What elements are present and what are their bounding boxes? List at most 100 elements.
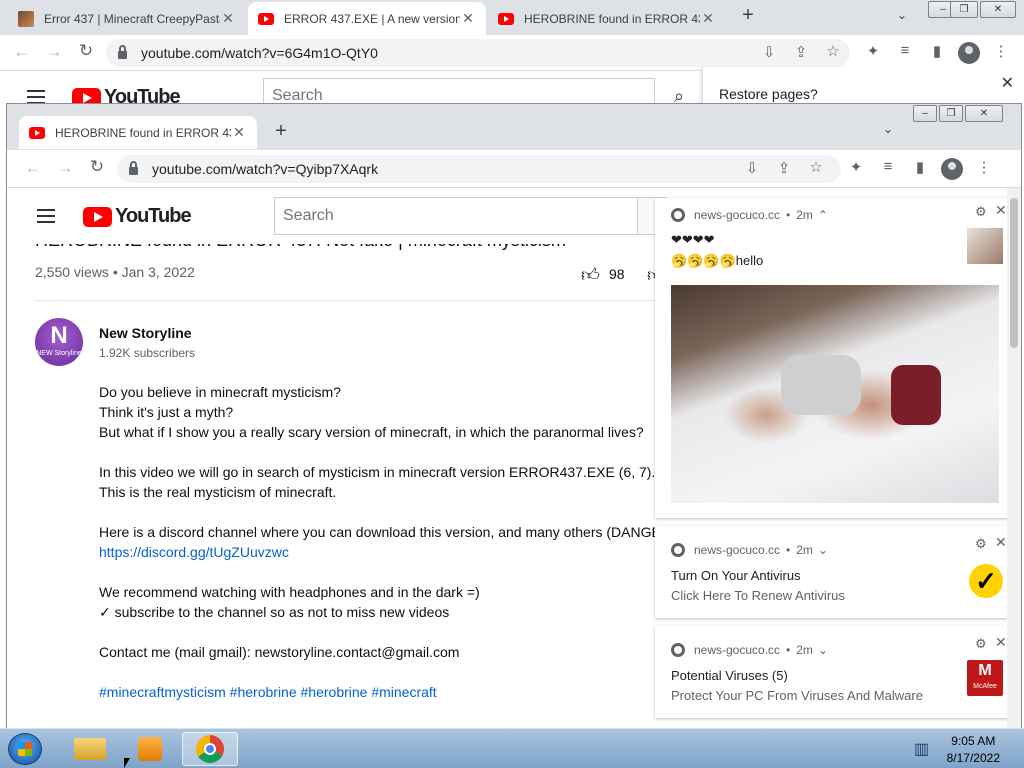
search-input[interactable]: Search	[274, 197, 638, 235]
explorer-taskbar-button[interactable]	[62, 732, 118, 766]
bookmark-star-icon[interactable]: ☆	[822, 42, 844, 60]
close-icon[interactable]: ✕	[220, 10, 236, 27]
channel-name[interactable]: New Storyline	[99, 325, 192, 341]
channel-avatar[interactable]: N NEW Storyline	[35, 318, 83, 366]
notification-title: ❤❤❤❤	[671, 232, 715, 247]
tab-error437-wiki[interactable]: Error 437 | Minecraft CreepyPasta Wiki |…	[8, 2, 246, 35]
close-window-button[interactable]: ✕	[980, 1, 1016, 18]
side-panel-icon[interactable]: ▮	[926, 42, 948, 60]
contact-email-line: Contact me (mail gmail): newstoryline.co…	[99, 644, 460, 660]
back-toolbar: ← → ↻ youtube.com/watch?v=6G4m1O-QtY0 ⇩ …	[0, 35, 1024, 71]
notification-viruses[interactable]: news-gocuco.cc • 2m ⌄ ⚙ ✕ Potential Viru…	[655, 626, 1009, 718]
video-description: Do you believe in minecraft mysticism? T…	[99, 382, 680, 702]
gear-icon[interactable]: ⚙	[975, 204, 987, 220]
description-blank	[99, 562, 680, 582]
extensions-icon[interactable]: ✦	[862, 42, 884, 60]
chrome-icon	[671, 543, 685, 557]
gear-icon[interactable]: ⚙	[975, 536, 987, 552]
close-icon[interactable]: ✕	[700, 10, 716, 27]
scrollbar-thumb[interactable]	[1010, 198, 1018, 348]
menu-kebab-icon[interactable]: ⋮	[990, 42, 1012, 60]
description-line: Think it's just a myth?	[99, 404, 234, 420]
address-bar[interactable]: youtube.com/watch?v=6G4m1O-QtY0	[106, 39, 850, 67]
windows-taskbar: ▥ 9:05 AM 8/17/2022	[0, 728, 1024, 768]
description-blank	[99, 662, 680, 682]
close-icon[interactable]: ✕	[1001, 73, 1014, 93]
close-window-button[interactable]: ✕	[965, 105, 1003, 122]
new-tab-icon[interactable]: +	[736, 4, 760, 27]
media-player-taskbar-button[interactable]	[122, 732, 178, 766]
youtube-watch-page: HEROBRINE found in ERROR 437! Not fake |…	[7, 188, 1021, 730]
gear-icon[interactable]: ⚙	[975, 636, 987, 652]
bookmark-star-icon[interactable]: ☆	[805, 158, 827, 176]
media-control-icon[interactable]: ≡	[877, 158, 899, 175]
youtube-logo[interactable]: YouTube	[83, 205, 192, 228]
profile-avatar-icon[interactable]	[941, 158, 963, 180]
media-control-icon[interactable]: ≡	[894, 42, 916, 59]
back-arrow-icon[interactable]: ←	[10, 42, 34, 62]
start-button[interactable]	[8, 733, 42, 765]
description-line: Here is a discord channel where you can …	[99, 524, 680, 540]
front-browser-window: HEROBRINE found in ERROR 437 ✕ + ⌄ ‒ ❐ ✕…	[6, 103, 1022, 731]
tab-herobrine[interactable]: HEROBRINE found in ERROR 437 ✕	[19, 116, 257, 149]
back-arrow-icon[interactable]: ←	[21, 158, 45, 178]
lock-icon	[118, 45, 127, 59]
forward-arrow-icon[interactable]: →	[53, 158, 77, 178]
notification-image-popup[interactable]: news-gocuco.cc • 2m ⌃ ⚙ ✕ ❤❤❤❤ 🥱🥱🥱🥱hello	[655, 198, 1009, 518]
close-icon[interactable]: ✕	[995, 634, 1007, 651]
extensions-icon[interactable]: ✦	[845, 158, 867, 176]
menu-kebab-icon[interactable]: ⋮	[973, 158, 995, 176]
page-scrollbar[interactable]	[1007, 188, 1021, 730]
notification-body: Protect Your PC From Viruses And Malware	[671, 688, 923, 703]
share-icon[interactable]: ⇪	[773, 159, 795, 177]
restore-pages-popup: Restore pages? ✕	[702, 67, 1024, 107]
description-blank	[99, 502, 680, 522]
discord-link[interactable]: https://discord.gg/tUgZUuvzwc	[99, 542, 680, 562]
notification-antivirus[interactable]: news-gocuco.cc • 2m ⌄ ⚙ ✕ Turn On Your A…	[655, 526, 1009, 618]
address-bar[interactable]: youtube.com/watch?v=Qyibp7XAqrk	[117, 155, 841, 183]
reload-icon[interactable]: ↻	[85, 157, 109, 177]
tab-search-chevron-icon[interactable]: ⌄	[883, 122, 893, 136]
minimize-button[interactable]: ‒	[913, 105, 937, 122]
description-blank	[99, 622, 680, 642]
side-panel-icon[interactable]: ▮	[909, 158, 931, 176]
close-icon[interactable]: ✕	[231, 124, 247, 141]
close-icon[interactable]: ✕	[460, 10, 476, 27]
description-line: Do you believe in minecraft mysticism?	[99, 384, 341, 400]
youtube-header: YouTube Search	[7, 188, 667, 244]
profile-avatar-icon[interactable]	[958, 42, 980, 64]
chevron-down-icon[interactable]: ⌄	[818, 543, 828, 557]
youtube-favicon-icon	[29, 126, 45, 139]
notification-body: Click Here To Renew Antivirus	[671, 588, 845, 603]
thumbs-up-icon[interactable]: 👍︎	[581, 264, 600, 286]
share-icon[interactable]: ⇪	[790, 43, 812, 61]
maximize-button[interactable]: ❐	[950, 1, 978, 18]
install-icon[interactable]: ⇩	[741, 159, 763, 177]
youtube-favicon-icon	[498, 12, 514, 25]
chrome-taskbar-button[interactable]	[182, 732, 238, 766]
image-shirt-shape	[781, 355, 861, 415]
tab-herobrine[interactable]: HEROBRINE found in ERROR 437 ✕	[488, 2, 726, 35]
close-icon[interactable]: ✕	[995, 534, 1007, 551]
hamburger-menu-icon[interactable]	[37, 209, 55, 211]
close-icon[interactable]: ✕	[995, 202, 1007, 219]
forward-arrow-icon[interactable]: →	[42, 42, 66, 62]
notification-source: news-gocuco.cc • 2m ⌃	[671, 208, 828, 222]
back-tabstrip: Error 437 | Minecraft CreepyPasta Wiki |…	[0, 0, 1024, 35]
restore-pages-label: Restore pages?	[719, 86, 818, 102]
hashtag-links[interactable]: #minecraftmysticism #herobrine #herobrin…	[99, 682, 680, 702]
media-player-icon	[138, 737, 162, 761]
tab-search-chevron-icon[interactable]: ⌄	[897, 8, 907, 22]
new-tab-icon[interactable]: +	[269, 120, 293, 143]
tab-error437-exe[interactable]: ERROR 437.EXE | A new version of Minecra…	[248, 2, 486, 35]
hamburger-menu-icon[interactable]	[27, 90, 45, 92]
lock-icon	[129, 161, 138, 175]
install-icon[interactable]: ⇩	[758, 43, 780, 61]
system-clock[interactable]: 9:05 AM 8/17/2022	[947, 733, 1000, 767]
network-tray-icon[interactable]: ▥	[914, 739, 929, 759]
folder-icon	[74, 738, 106, 760]
reload-icon[interactable]: ↻	[74, 41, 98, 61]
chevron-up-icon[interactable]: ⌃	[818, 208, 828, 222]
chevron-down-icon[interactable]: ⌄	[818, 643, 828, 657]
maximize-button[interactable]: ❐	[939, 105, 963, 122]
